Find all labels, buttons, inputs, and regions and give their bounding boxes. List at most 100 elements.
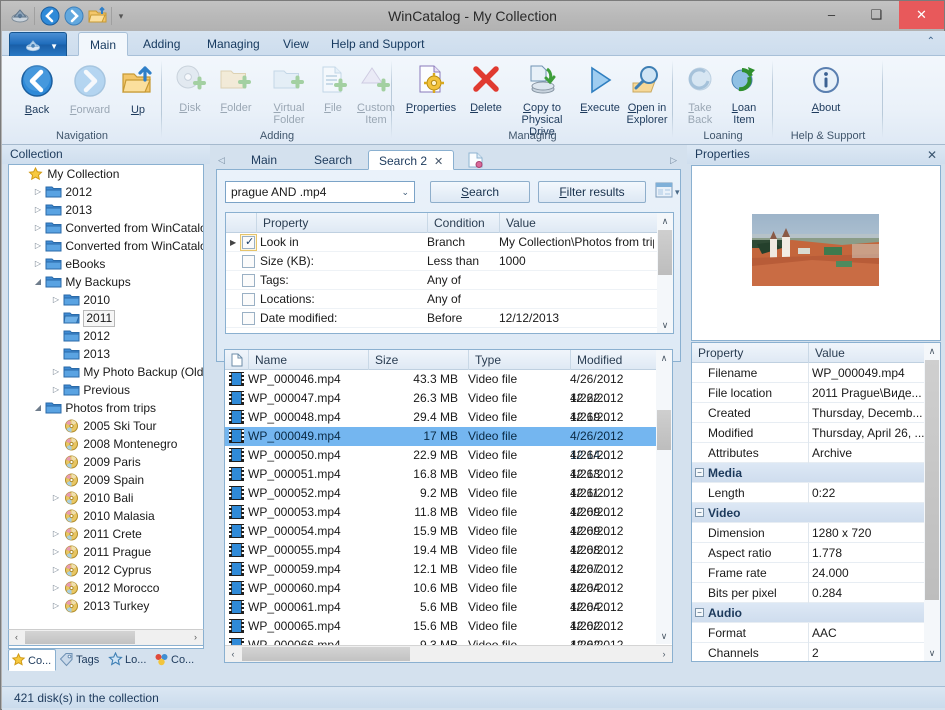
table-row[interactable]: WP_000046.mp4 43.3 MB Video file 4/26/2012 … [225,370,657,405]
results-scroll-left-icon[interactable]: ‹ [225,646,241,662]
results-scroll-up-icon[interactable]: ∧ [656,350,672,366]
back-button[interactable]: Back [10,60,64,116]
collapse-ribbon-icon[interactable]: ⌃ [927,36,935,47]
tree-node[interactable]: ▷ Converted from WinCatalog [9,219,203,237]
results-col-modified[interactable]: Modified [570,350,657,370]
tree-node[interactable]: ◢ My Backups [9,273,203,291]
tree-expander-icon[interactable]: ▷ [49,543,63,561]
tree-node[interactable]: 2009 Paris [9,453,203,471]
tree-expander-icon[interactable]: ▷ [31,255,45,273]
properties-row[interactable]: Aspect ratio 1.778 [692,543,926,563]
up-button[interactable]: Up [116,60,160,116]
properties-row[interactable]: Frame rate 24.000 [692,563,926,583]
properties-col-value[interactable]: Value [808,343,926,363]
tree-expander-icon[interactable]: ◢ [31,273,45,291]
tree-node[interactable]: ▷ 2013 Turkey [9,597,203,615]
search-results-list[interactable]: Name Size Type Modified WP_000046.mp4 43.… [224,349,673,663]
results-hscrollbar[interactable]: ‹ › [225,645,672,662]
tree-node[interactable]: ▷ 2011 Prague [9,543,203,561]
maximize-button[interactable]: ❑ [854,1,899,29]
left-tab-contacts[interactable]: Co... [152,649,200,671]
left-tab-loans[interactable]: Lo... [106,649,151,671]
chevron-down-icon[interactable]: ⌄ [401,182,409,202]
table-row[interactable]: WP_000053.mp4 11.8 MB Video file 4/26/2012 … [225,503,657,538]
results-col-size[interactable]: Size [368,350,468,370]
tree-node[interactable]: 2009 Spain [9,471,203,489]
table-row[interactable]: WP_000061.mp4 5.6 MB Video file 4/26/2012 1… [225,598,657,633]
tree-expander-icon[interactable]: ▷ [49,579,63,597]
properties-scroll-up-icon[interactable]: ∧ [924,343,940,359]
properties-grid[interactable]: Property Value Filename WP_000049.mp4 File… [691,342,941,662]
tree-node[interactable]: 2012 [9,327,203,345]
delete-button[interactable]: Delete [462,60,510,114]
results-scroll-thumb[interactable] [657,410,671,450]
expand-arrow-icon[interactable]: ▶ [230,238,236,247]
properties-row[interactable]: Created Thursday, Decemb... [692,403,926,423]
tree-node[interactable]: ▷ 2013 [9,201,203,219]
criteria-scroll-down-icon[interactable]: ∨ [657,317,673,333]
tree-node[interactable]: ▷ Converted from WinCatalog [9,237,203,255]
tree-scroll-right-icon[interactable]: › [188,630,203,645]
tree-expander-icon[interactable]: ▷ [49,381,63,399]
tree-expander-icon[interactable]: ▷ [49,597,63,615]
properties-row[interactable]: Length 0:22 [692,483,926,503]
tree-expander-icon[interactable]: ▷ [49,291,63,309]
properties-col-property[interactable]: Property [692,343,808,363]
tree-node[interactable]: ▷ 2012 Cyprus [9,561,203,579]
table-row[interactable]: WP_000054.mp4 15.9 MB Video file 4/26/2012 … [225,522,657,557]
search-button[interactable]: Search [430,181,530,203]
tree-node[interactable]: 2008 Montenegro [9,435,203,453]
tree-node[interactable]: ◢ Photos from trips [9,399,203,417]
properties-button[interactable]: Properties [398,60,464,114]
tree-node[interactable]: 2010 Malasia [9,507,203,525]
tree-expander-icon[interactable]: ▷ [31,219,45,237]
criteria-checkbox[interactable] [242,312,255,325]
properties-row[interactable]: Modified Thursday, April 26, ... [692,423,926,443]
results-scroll-right-icon[interactable]: › [656,646,672,662]
close-button[interactable]: ✕ [899,1,944,29]
tree-node[interactable]: My Collection [9,165,203,183]
tree-node[interactable]: ▷ 2011 Crete [9,525,203,543]
tab-scroll-right-icon[interactable]: ▷ [670,155,677,166]
view-layout-button[interactable] [654,181,674,203]
properties-scroll-down-icon[interactable]: ∨ [924,645,940,661]
properties-group-row[interactable]: − Audio [692,603,926,623]
criteria-scroll-thumb[interactable] [658,230,672,275]
tree-expander-icon[interactable]: ▷ [31,237,45,255]
tab-adding[interactable]: Adding [132,32,191,56]
left-tab-collection[interactable]: Co... [8,649,56,671]
tree-node[interactable]: ▷ Previous [9,381,203,399]
minimize-button[interactable]: – [809,1,854,29]
criteria-col-condition[interactable]: Condition [427,213,499,233]
tree-hscroll-thumb[interactable] [25,631,135,644]
application-menu-button[interactable]: ▼ [9,32,67,56]
results-vscrollbar[interactable]: ∧ ∨ [656,350,672,644]
results-scroll-down-icon[interactable]: ∨ [656,628,672,644]
criteria-col-value[interactable]: Value [499,213,658,233]
table-row[interactable]: WP_000051.mp4 16.8 MB Video file 4/26/2012 … [225,465,657,500]
collapse-group-icon[interactable]: − [695,508,704,517]
doc-tab-search[interactable]: Search [301,150,366,170]
tab-main[interactable]: Main [78,32,129,56]
search-query-input[interactable]: prague AND .mp4 ⌄ [225,181,415,203]
collection-tree-hscrollbar[interactable]: ‹ › [8,629,204,646]
tree-node[interactable]: 2013 [9,345,203,363]
properties-row[interactable]: Channels 2 [692,643,926,661]
properties-scroll-thumb[interactable] [925,360,939,600]
properties-row[interactable]: Filename WP_000049.mp4 [692,363,926,383]
properties-row[interactable]: File location 2011 Prague\Виде... [692,383,926,403]
tree-scroll-left-icon[interactable]: ‹ [9,630,24,645]
tree-node[interactable]: ▷ 2010 [9,291,203,309]
table-row[interactable]: WP_000055.mp4 19.4 MB Video file 4/26/2012 … [225,541,657,576]
doc-tab-search-2[interactable]: Search 2 ✕ [368,150,455,170]
tree-node[interactable]: 2011 [9,309,203,327]
properties-group-row[interactable]: − Media [692,463,926,483]
tree-expander-icon[interactable]: ▷ [49,363,63,381]
criteria-checkbox[interactable]: ✓ [242,236,255,249]
doc-tab-main[interactable]: Main [238,150,291,170]
tree-node[interactable]: ▷ eBooks [9,255,203,273]
criteria-checkbox[interactable] [242,274,255,287]
properties-row[interactable]: Attributes Archive [692,443,926,463]
tree-node[interactable]: ▷ 2012 [9,183,203,201]
table-row[interactable]: WP_000047.mp4 26.3 MB Video file 4/26/2012 … [225,389,657,424]
